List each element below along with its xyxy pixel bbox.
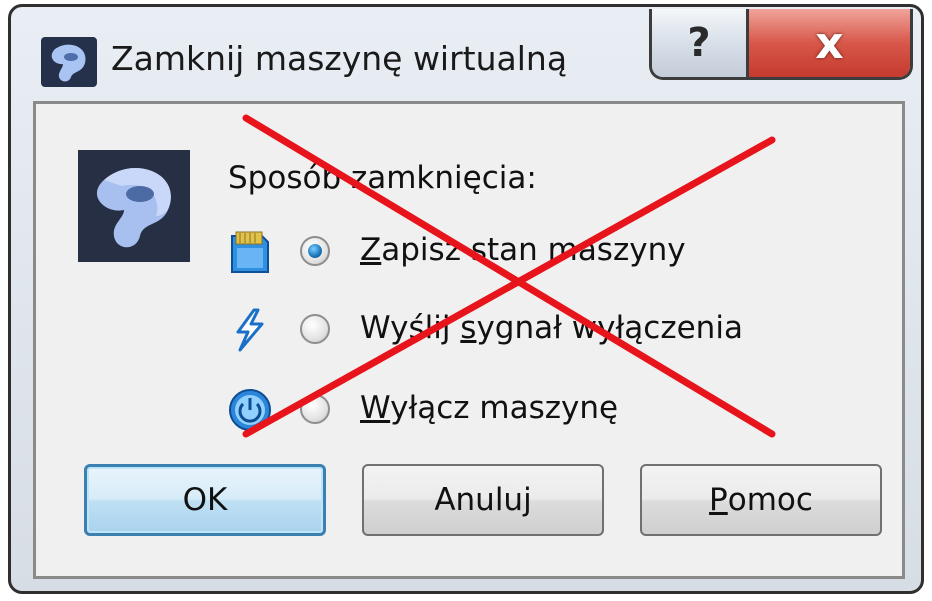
sd-card-icon: [231, 231, 269, 273]
dialog-window: Zamknij maszynę wirtualną ? x Sposób zam…: [8, 4, 924, 594]
radio-power-off[interactable]: [300, 394, 330, 424]
help-button[interactable]: Pomoc: [640, 464, 882, 536]
help-caption-button[interactable]: ?: [652, 9, 749, 77]
power-icon: [229, 389, 271, 431]
close-icon: x: [815, 17, 844, 69]
radio-acpi-shutdown[interactable]: [300, 314, 330, 344]
virtualbox-large-icon: [78, 150, 190, 262]
dialog-body: Sposób zamknięcia: Zapisz stan maszyny W…: [33, 101, 905, 579]
option-save-state[interactable]: Zapisz stan maszyny: [228, 230, 828, 274]
title-bar[interactable]: Zamknij maszynę wirtualną ? x: [11, 7, 921, 95]
option-power-off[interactable]: Wyłącz maszynę: [228, 388, 828, 432]
virtualbox-app-icon: [41, 37, 97, 87]
option-acpi-shutdown[interactable]: Wyślij sygnał wyłączenia: [228, 308, 828, 352]
option-power-off-label: Wyłącz maszynę: [360, 390, 619, 426]
option-save-state-label: Zapisz stan maszyny: [360, 232, 686, 268]
close-caption-button[interactable]: x: [749, 9, 910, 77]
radio-save-state[interactable]: [300, 236, 330, 266]
caption-buttons: ? x: [649, 9, 913, 80]
ok-button[interactable]: OK: [84, 464, 326, 536]
lightning-icon: [236, 308, 264, 352]
cancel-button[interactable]: Anuluj: [362, 464, 604, 536]
shutdown-method-label: Sposób zamknięcia:: [228, 160, 537, 196]
window-title: Zamknij maszynę wirtualną: [111, 39, 568, 78]
option-acpi-shutdown-label: Wyślij sygnał wyłączenia: [360, 310, 743, 346]
